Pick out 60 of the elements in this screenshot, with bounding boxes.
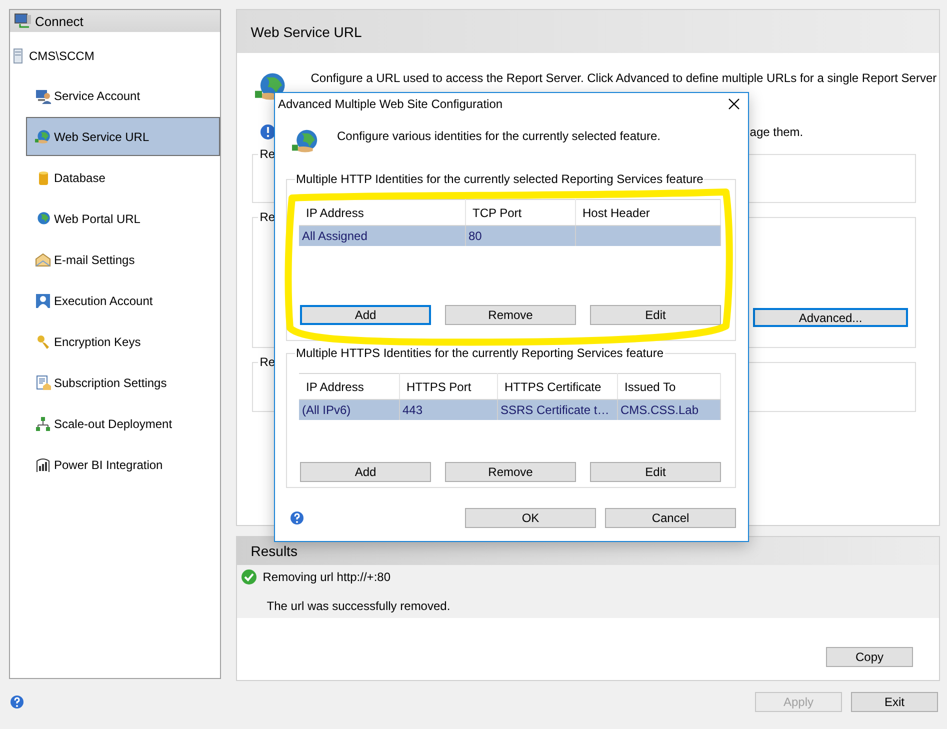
sidebar-item[interactable]: Encryption Keys [26,322,220,361]
sidebar-item[interactable]: Web Service URL [26,117,220,156]
panel-title: Connect [35,14,84,28]
check-icon [240,569,257,585]
globe-icon [35,210,51,226]
sidebar-item[interactable]: Database [26,158,220,197]
sidebar-item[interactable]: Scale-out Deployment [26,404,220,443]
table-cell: 80 [465,226,575,246]
button[interactable]: Advanced... [753,308,908,327]
sidebar-item[interactable]: E-mail Settings [26,240,220,279]
table-row[interactable]: (All IPv6) 443 SSRS Certificate t… CMS.CSS.Lab [299,400,720,420]
result-detail: The url was successfully removed. [266,599,452,613]
button[interactable]: Exit [851,692,938,712]
sidebar-item[interactable]: Execution Account [26,281,220,320]
column-header[interactable]: Host Header [575,200,720,226]
key-icon [35,334,51,350]
sidebar-item[interactable]: Service Account [26,76,220,115]
group-label: Multiple HTTP Identities for the currently selected Reporting Services feature [295,172,704,186]
table-cell: (All IPv6) [299,400,399,420]
button[interactable]: Copy [826,647,913,667]
description-text: Configure a URL used to access the Report Server. Click Advanced to define multiple URLs for a single Report Server [310,71,937,85]
server-name: CMS\SCCM [29,49,94,63]
table-row[interactable]: All Assigned 80 [299,226,720,246]
document-icon [35,374,51,390]
sidebar-item[interactable]: Power BI Integration [26,445,220,484]
close-icon[interactable] [728,98,740,110]
help-icon [10,695,24,709]
network-icon [35,416,51,432]
page-title: Web Service URL [236,10,939,53]
column-header[interactable]: HTTPS Certificate [497,374,617,400]
globe-icon [35,128,51,144]
dialog-title: Advanced Multiple Web Site Configuration [278,96,504,110]
sidebar-item[interactable]: Subscription Settings [26,363,220,402]
user-icon [35,292,51,308]
table-cell: SSRS Certificate t… [497,400,617,420]
button[interactable]: Cancel [605,508,736,528]
group-label: Multiple HTTPS Identities for the currently Reporting Services feature [295,346,664,360]
button[interactable]: Edit [590,305,721,325]
sidebar-item[interactable]: Web Portal URL [26,199,220,238]
column-header[interactable]: Issued To [617,374,720,400]
table-cell: CMS.CSS.Lab [617,400,720,420]
dialog-description: Configure various identities for the currently selected feature. [337,129,661,143]
button[interactable]: Add [300,462,431,482]
button[interactable]: OK [465,508,596,528]
button[interactable]: Remove [445,305,576,325]
result-message: Removing url http://+:80 [262,570,390,584]
help-icon [290,511,304,525]
table-cell: All Assigned [299,226,465,246]
computer-user-icon [35,88,51,104]
table-cell: 443 [399,400,497,420]
button[interactable]: Add [300,305,431,325]
info-text: age them. [750,125,804,139]
column-header[interactable]: IP Address [299,374,399,400]
server-icon [13,48,23,64]
button[interactable]: Edit [590,462,721,482]
computer-icon [14,13,32,29]
bar-chart-icon [35,456,51,472]
envelope-icon [35,252,51,268]
column-header[interactable]: TCP Port [465,200,575,226]
button[interactable]: Remove [445,462,576,482]
